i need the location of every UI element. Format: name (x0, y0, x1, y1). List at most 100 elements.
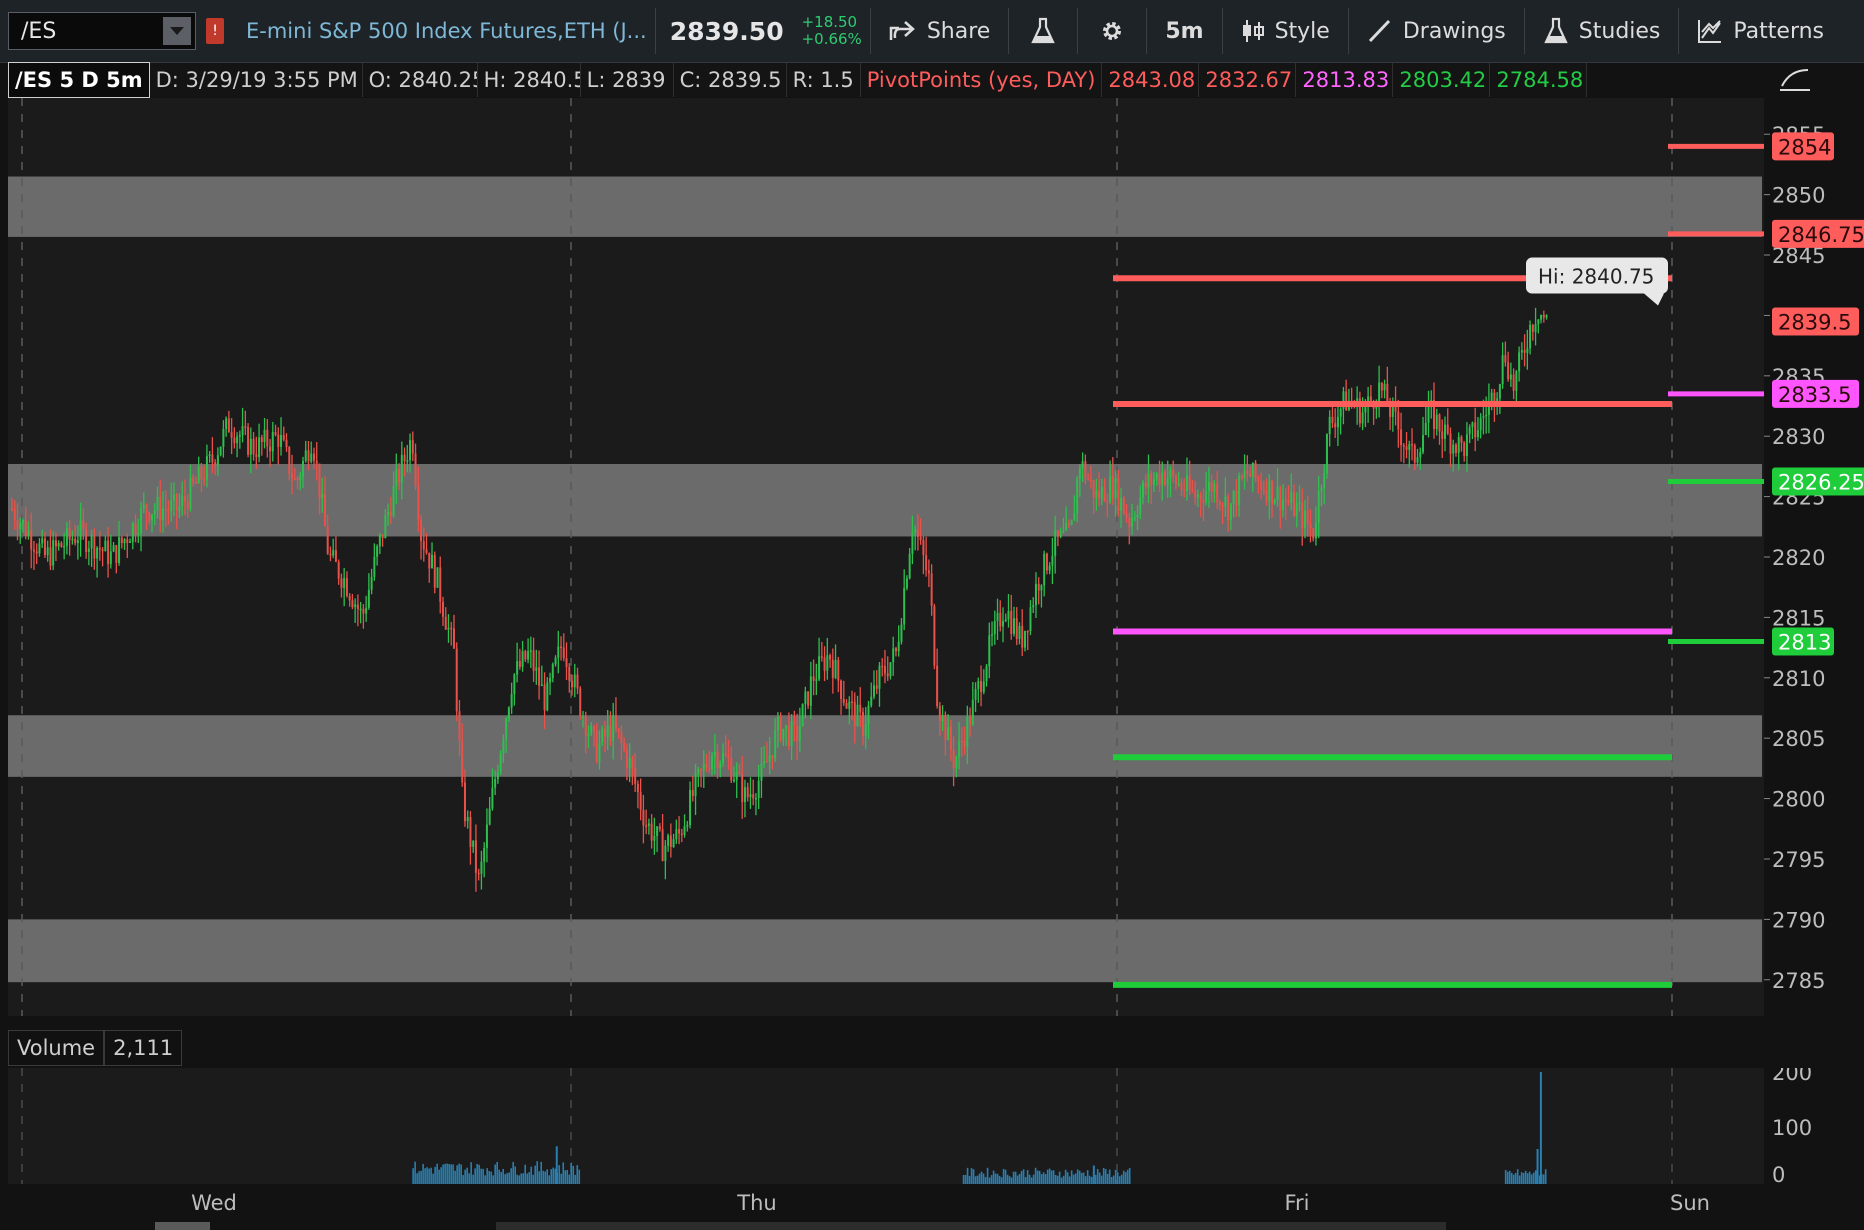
volume-bar (1072, 1174, 1075, 1184)
volume-bar (432, 1173, 434, 1184)
candle-body (167, 509, 170, 512)
volume-bar (970, 1168, 973, 1184)
candle-body (480, 861, 483, 874)
candle-body (1400, 429, 1403, 446)
volume-bar (1020, 1170, 1023, 1184)
timeframe-button[interactable]: 5m (1155, 19, 1213, 44)
volume-bar (528, 1172, 531, 1184)
flask-button[interactable] (1017, 17, 1069, 45)
volume-bar (1026, 1170, 1029, 1184)
volume-bar (982, 1173, 985, 1184)
candle-body (779, 716, 782, 740)
volume-bar (990, 1175, 993, 1184)
candle-body (829, 655, 832, 660)
volume-bar (1034, 1167, 1037, 1184)
volume-bar (442, 1164, 444, 1184)
candle-body (914, 529, 917, 533)
bar-close: C: 2839.5 (673, 63, 787, 97)
candle-body (1155, 473, 1158, 480)
candle-body (1518, 352, 1521, 372)
volume-bar (416, 1173, 418, 1184)
candle-body (496, 771, 499, 780)
candle-body (439, 567, 442, 602)
change-percent: +0.66% (801, 30, 862, 48)
volume-bar (470, 1162, 472, 1184)
candle-body (1059, 531, 1062, 537)
candle-body (186, 501, 189, 509)
candle-body (1235, 491, 1238, 506)
candle-body (1196, 494, 1199, 498)
candle-body (425, 549, 428, 553)
candle-body (227, 418, 230, 433)
candle-body (658, 826, 661, 830)
candle-body (269, 446, 272, 452)
volume-bar (996, 1173, 999, 1184)
volume-bar (546, 1169, 549, 1184)
studies-button[interactable]: Studies (1533, 17, 1671, 45)
candle-body (790, 721, 793, 747)
patterns-button[interactable]: Patterns (1687, 18, 1834, 44)
volume-bar (512, 1161, 514, 1184)
volume-bar (1118, 1176, 1121, 1184)
chart-symbol-label[interactable]: /ES 5 D 5m (8, 62, 150, 98)
candle-body (406, 460, 409, 462)
candle-body (274, 432, 277, 435)
candle-body (1490, 392, 1493, 402)
candle-body (260, 437, 263, 442)
settings-button[interactable] (1086, 18, 1138, 44)
candle-body (549, 678, 552, 683)
volume-bar (1508, 1170, 1511, 1184)
candle-body (1254, 462, 1257, 479)
candle-body (181, 496, 184, 507)
style-button[interactable]: Style (1231, 18, 1340, 44)
horizontal-scrollbar[interactable] (155, 1222, 210, 1230)
volume-bar (480, 1168, 482, 1184)
drawings-label: Drawings (1402, 18, 1506, 44)
price-chart[interactable]: 2855285028452840283528302825282028152810… (0, 98, 1864, 1016)
alert-icon[interactable]: ! (206, 18, 224, 44)
symbol-selector[interactable]: /ES (8, 12, 196, 50)
candle-body (1507, 362, 1510, 380)
high-tooltip-text: Hi: 2840.75 (1538, 265, 1654, 289)
candle-body (1317, 491, 1320, 524)
divider (1523, 8, 1525, 54)
candle-body (488, 808, 491, 825)
volume-bar (1544, 1169, 1547, 1184)
candle-body (878, 665, 881, 689)
candle-body (867, 705, 870, 725)
pivot-value: 2843.08 (1102, 63, 1200, 97)
candle-body (1523, 350, 1526, 353)
volume-bar (980, 1171, 983, 1184)
trend-tool-icon[interactable] (1776, 64, 1816, 96)
candle-body (1076, 478, 1079, 513)
volume-bar (1076, 1169, 1079, 1184)
candle-body (211, 454, 214, 463)
candle-body (711, 755, 714, 769)
volume-bar (1120, 1174, 1123, 1184)
candle-body (1463, 442, 1466, 457)
candle-body (889, 662, 892, 677)
volume-bar (1032, 1174, 1035, 1184)
candle-body (1131, 517, 1134, 527)
volume-bar (502, 1168, 504, 1184)
candle-body (365, 607, 368, 614)
candle-body (831, 659, 834, 678)
volume-bar (1000, 1177, 1003, 1184)
share-button[interactable]: Share (879, 19, 1001, 44)
candle-body (16, 520, 19, 529)
candle-body (499, 753, 502, 772)
candle-body (1207, 481, 1210, 491)
candle-body (1122, 497, 1125, 514)
volume-chart[interactable]: 200 100 0 (0, 1068, 1864, 1186)
candle-body (304, 450, 307, 461)
candle-body (598, 742, 601, 762)
candle-body (1054, 530, 1057, 556)
drawings-button[interactable]: Drawings (1357, 18, 1516, 44)
candle-body (798, 726, 801, 742)
price-tick-label: 2810 (1772, 667, 1825, 691)
chevron-down-icon[interactable] (163, 17, 191, 45)
candle-body (321, 494, 324, 499)
candle-body (1065, 522, 1068, 531)
study-label[interactable]: PivotPoints (yes, DAY) (860, 63, 1103, 97)
candle-body (1062, 530, 1065, 533)
